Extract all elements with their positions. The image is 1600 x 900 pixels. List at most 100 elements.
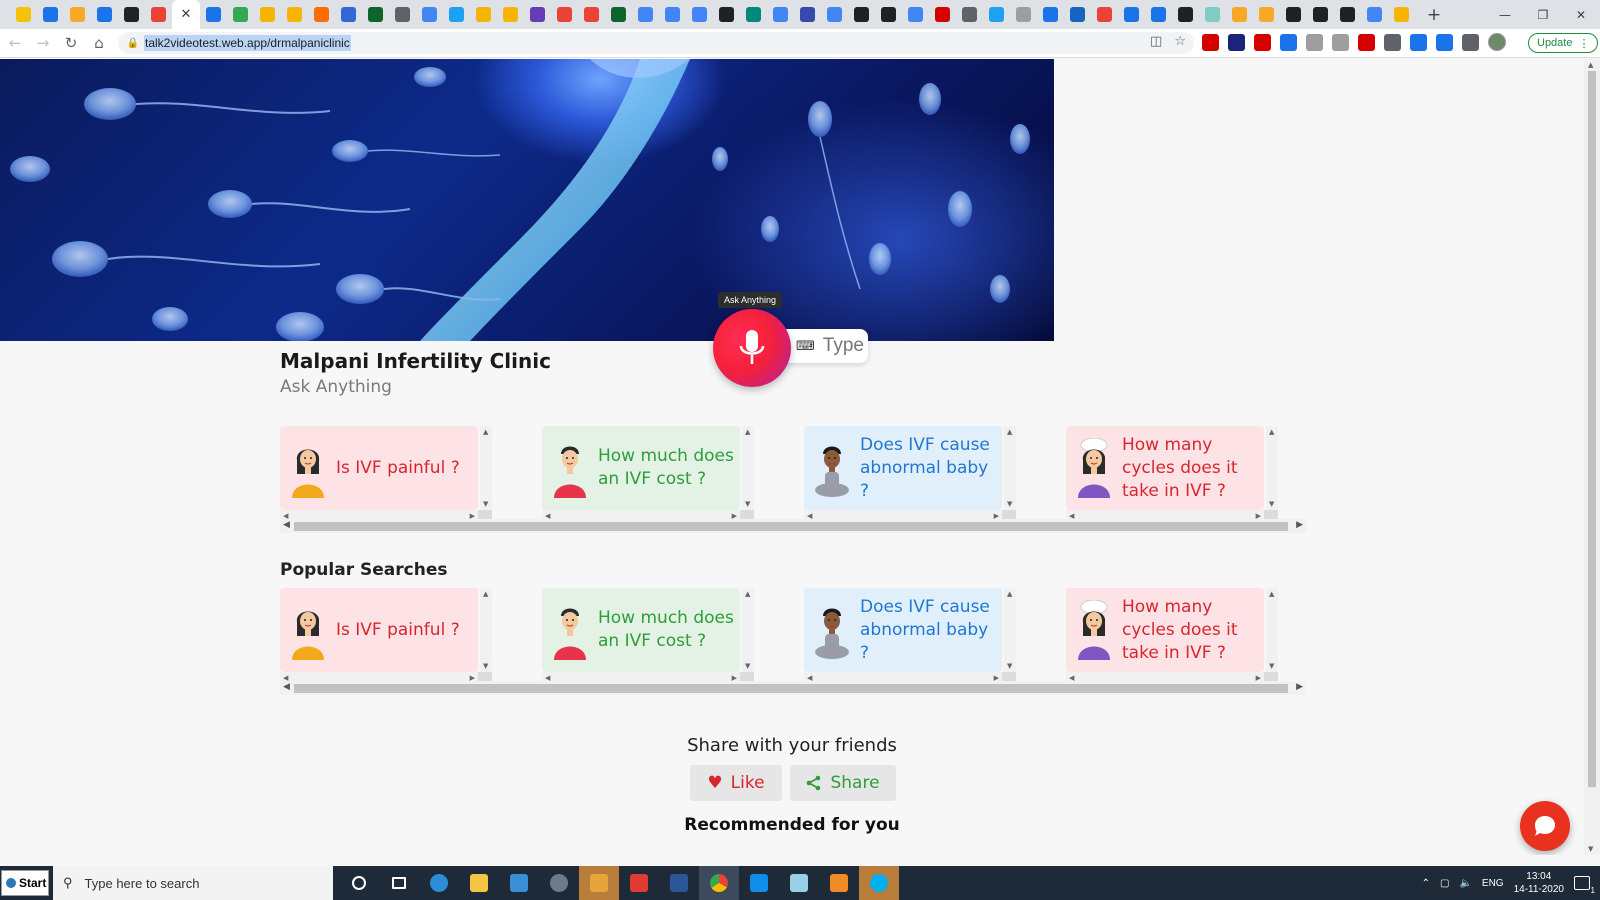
tab-favicon[interactable] xyxy=(1280,0,1307,29)
extension-icon[interactable] xyxy=(1306,33,1323,51)
address-bar[interactable]: 🔒 talk2videotest.web.app/drmalpaniclinic… xyxy=(118,32,1194,54)
forward-button[interactable]: → xyxy=(30,30,56,56)
kebab-menu-icon[interactable]: ⋮ xyxy=(1578,37,1589,50)
card-vertical-scrollbar[interactable]: ▲ ▼ xyxy=(1266,426,1278,510)
tab-favicon[interactable] xyxy=(1118,0,1145,29)
tab-favicon[interactable] xyxy=(227,0,254,29)
back-button[interactable]: ← xyxy=(2,30,28,56)
language-indicator[interactable]: ENG xyxy=(1482,878,1504,889)
tab-favicon[interactable] xyxy=(929,0,956,29)
extension-icon[interactable] xyxy=(1384,33,1401,51)
tab-favicon[interactable] xyxy=(1253,0,1280,29)
edge-icon[interactable] xyxy=(419,866,459,900)
cortana-icon[interactable] xyxy=(339,866,379,900)
maximize-button[interactable]: ❐ xyxy=(1524,0,1562,29)
like-button[interactable]: ♥ Like xyxy=(690,765,782,801)
card-vertical-scrollbar[interactable]: ▲ ▼ xyxy=(1004,426,1016,510)
tab-favicon[interactable] xyxy=(1064,0,1091,29)
card-vertical-scrollbar[interactable]: ▲ ▼ xyxy=(1266,588,1278,672)
tab-favicon[interactable] xyxy=(713,0,740,29)
bookmark-star-icon[interactable]: ☆ xyxy=(1174,34,1186,49)
suggestion-card[interactable]: How many cycles does it take in IVF ? ▲ ▼ ◀… xyxy=(1066,588,1278,686)
tab-favicon[interactable] xyxy=(1010,0,1037,29)
tab-favicon[interactable] xyxy=(821,0,848,29)
tab-favicon[interactable] xyxy=(1361,0,1388,29)
update-button[interactable]: Update ⋮ xyxy=(1528,33,1599,53)
tab-close-icon[interactable]: ✕ xyxy=(181,7,192,22)
tab-favicon[interactable] xyxy=(1091,0,1118,29)
new-tab-button[interactable]: + xyxy=(1421,0,1447,29)
clock[interactable]: 13:04 14-11-2020 xyxy=(1514,870,1564,896)
volume-icon[interactable]: 🔈 xyxy=(1459,878,1471,889)
cards-row-scrollbar[interactable]: ◀ ▶ xyxy=(280,519,1306,533)
tab-favicon[interactable] xyxy=(389,0,416,29)
tab-favicon[interactable] xyxy=(362,0,389,29)
extension-icon[interactable] xyxy=(1410,33,1427,51)
share-button[interactable]: Share xyxy=(790,765,896,801)
home-button[interactable]: ⌂ xyxy=(86,30,112,56)
tab-favicon[interactable] xyxy=(118,0,145,29)
tab-favicon[interactable] xyxy=(578,0,605,29)
suggestion-card[interactable]: How much does an IVF cost ? ▲ ▼ ◀ ▶ xyxy=(542,588,754,686)
teamviewer-icon[interactable] xyxy=(739,866,779,900)
tab-favicon[interactable] xyxy=(767,0,794,29)
suggestion-card[interactable]: Is IVF painful ? ▲ ▼ ◀ ▶ xyxy=(280,426,492,524)
tab-favicon[interactable] xyxy=(1172,0,1199,29)
minimize-button[interactable]: — xyxy=(1486,0,1524,29)
mic-button[interactable] xyxy=(713,309,791,387)
tab-favicon[interactable] xyxy=(794,0,821,29)
tab-favicon[interactable] xyxy=(1226,0,1253,29)
cast-icon[interactable]: ◫ xyxy=(1150,34,1162,49)
tab-favicon[interactable] xyxy=(37,0,64,29)
suggestion-card[interactable]: Is IVF painful ? ▲ ▼ ◀ ▶ xyxy=(280,588,492,686)
pdf-reader-icon[interactable] xyxy=(619,866,659,900)
suggestion-card[interactable]: How much does an IVF cost ? ▲ ▼ ◀ ▶ xyxy=(542,426,754,524)
popular-row-scrollbar[interactable]: ◀ ▶ xyxy=(280,681,1306,695)
extension-icon[interactable] xyxy=(1228,33,1245,51)
active-tab[interactable]: ✕ xyxy=(172,0,200,29)
extension-icon[interactable] xyxy=(1332,33,1349,51)
chrome-icon[interactable] xyxy=(699,866,739,900)
task-view-icon[interactable] xyxy=(379,866,419,900)
suggestion-card[interactable]: Does IVF cause abnormal baby ? ▲ ▼ ◀ ▶ xyxy=(804,588,1016,686)
tab-favicon[interactable] xyxy=(551,0,578,29)
chevron-up-icon[interactable]: ⌃ xyxy=(1422,878,1430,889)
tab-favicon[interactable] xyxy=(956,0,983,29)
tab-favicon[interactable] xyxy=(659,0,686,29)
tab-favicon[interactable] xyxy=(308,0,335,29)
card-vertical-scrollbar[interactable]: ▲ ▼ xyxy=(480,426,492,510)
paint-icon[interactable] xyxy=(819,866,859,900)
skype-icon[interactable] xyxy=(859,866,899,900)
extension-icon[interactable] xyxy=(1202,33,1219,51)
tab-favicon[interactable] xyxy=(983,0,1010,29)
tab-favicon[interactable] xyxy=(335,0,362,29)
tab-favicon[interactable] xyxy=(686,0,713,29)
notification-center-icon[interactable]: 1 xyxy=(1574,876,1595,895)
taskbar-search[interactable]: ⚲ Type here to search xyxy=(53,866,333,900)
url-text[interactable]: talk2videotest.web.app/drmalpaniclinic xyxy=(144,35,351,51)
word-icon[interactable] xyxy=(659,866,699,900)
tab-favicon[interactable] xyxy=(524,0,551,29)
tab-favicon[interactable] xyxy=(1388,0,1415,29)
tab-favicon[interactable] xyxy=(470,0,497,29)
camera-icon[interactable] xyxy=(539,866,579,900)
reload-button[interactable]: ↻ xyxy=(58,30,84,56)
tab-favicon[interactable] xyxy=(443,0,470,29)
start-button[interactable]: Start xyxy=(1,870,49,896)
tab-favicon[interactable] xyxy=(632,0,659,29)
extension-icon[interactable] xyxy=(1358,33,1375,51)
tab-favicon[interactable] xyxy=(875,0,902,29)
tab-favicon[interactable] xyxy=(497,0,524,29)
tab-favicon[interactable] xyxy=(10,0,37,29)
tab-favicon[interactable] xyxy=(1334,0,1361,29)
chat-button[interactable] xyxy=(1520,801,1570,851)
tab-favicon[interactable] xyxy=(1145,0,1172,29)
page-scrollbar[interactable]: ▲ ▼ xyxy=(1584,59,1600,855)
tab-favicon[interactable] xyxy=(740,0,767,29)
tab-favicon[interactable] xyxy=(281,0,308,29)
notepad-icon[interactable] xyxy=(779,866,819,900)
extension-icon[interactable] xyxy=(1436,33,1453,51)
tab-favicon[interactable] xyxy=(416,0,443,29)
extension-icon[interactable] xyxy=(1280,33,1297,51)
photos-app-icon[interactable] xyxy=(579,866,619,900)
